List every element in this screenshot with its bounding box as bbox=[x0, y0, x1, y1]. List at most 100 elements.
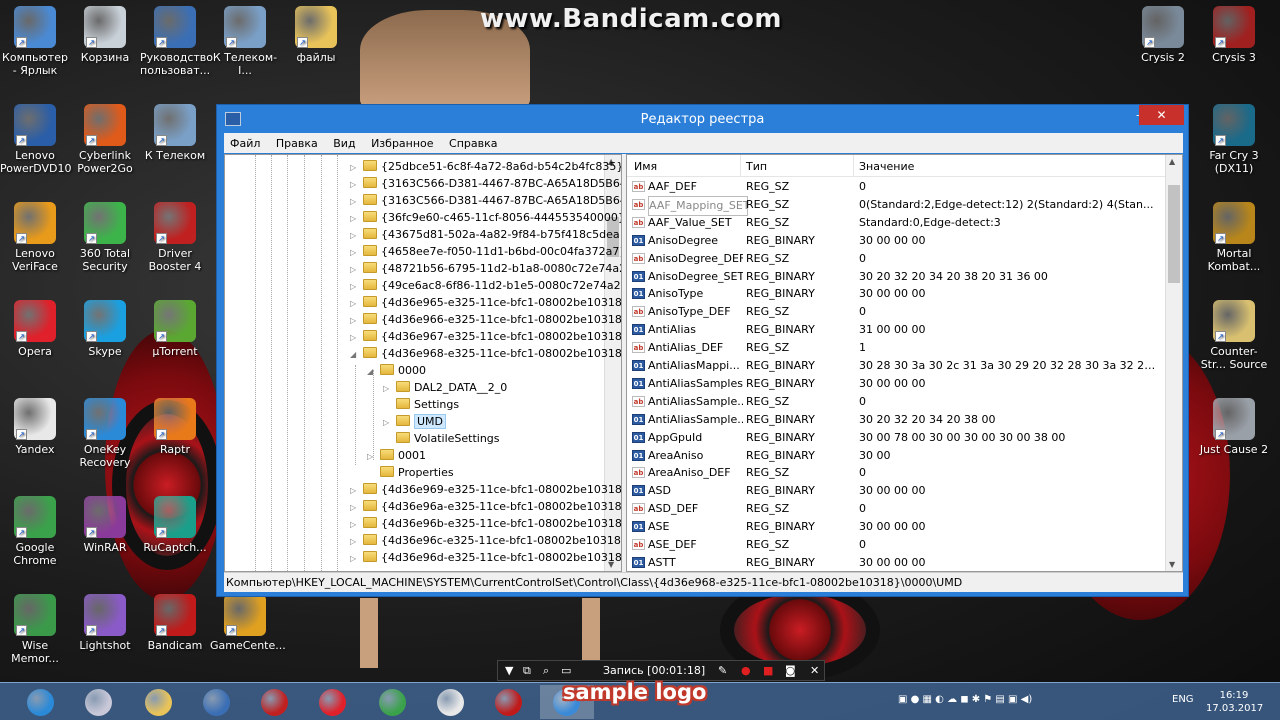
desktop-icon-item[interactable]: ↗ µTorrent bbox=[140, 300, 210, 358]
expand-toggle-icon[interactable]: ▷ bbox=[383, 414, 393, 431]
tree-node[interactable]: ▷ {36fc9e60-c465-11cf-8056-444553540000} bbox=[350, 209, 621, 227]
desktop-icon-item[interactable]: ↗ Driver Booster 4 bbox=[140, 202, 210, 273]
region-icon[interactable]: ▭ bbox=[561, 664, 571, 677]
desktop-icon-item[interactable]: ↗ Raptr bbox=[140, 398, 210, 456]
registry-value-row[interactable]: ab ASE_DEF REG_SZ 0 bbox=[627, 536, 1167, 554]
column-data-header[interactable]: Значение bbox=[859, 160, 914, 173]
expand-toggle-icon[interactable]: ▷ bbox=[350, 278, 360, 295]
desktop-icon-item[interactable]: ↗ К Телеком bbox=[140, 104, 210, 162]
expand-toggle-icon[interactable]: ▷ bbox=[367, 448, 377, 465]
desktop-icon-item[interactable]: ↗ Lenovo VeriFace bbox=[0, 202, 70, 273]
desktop-icon-item[interactable]: ↗ Корзина bbox=[70, 6, 140, 64]
pencil-icon[interactable]: ✎ bbox=[718, 664, 727, 677]
desktop-icon-item[interactable]: ↗ Lightshot bbox=[70, 594, 140, 652]
registry-value-row[interactable]: 01 AntiAlias REG_BINARY 31 00 00 00 bbox=[627, 321, 1167, 339]
tree-node[interactable]: ◢ 0000 bbox=[367, 362, 426, 379]
tree-node[interactable]: ▷ {4d36e96c-e325-11ce-bfc1-08002be10318} bbox=[350, 532, 621, 550]
desktop-icon-item[interactable]: ↗ Bandicam bbox=[140, 594, 210, 652]
tray-icons[interactable]: ▣ ● ▦ ◐ ☁ ◼ ✱ ⚑ ▤ ▣ ◀) bbox=[898, 694, 1032, 705]
desktop-icon-item[interactable]: ↗ RuCaptch... bbox=[140, 496, 210, 554]
desktop-icon-item[interactable]: ↗ Cyberlink Power2Go bbox=[70, 104, 140, 175]
scroll-up-arrow-icon[interactable]: ▲ bbox=[1169, 157, 1175, 166]
taskbar-app-button[interactable] bbox=[248, 685, 302, 719]
expand-toggle-icon[interactable]: ▷ bbox=[350, 516, 360, 533]
tree-node[interactable]: ▷ {4d36e96d-e325-11ce-bfc1-08002be10318} bbox=[350, 549, 621, 567]
desktop-icon-item[interactable]: ↗ GameCente... bbox=[210, 594, 286, 652]
registry-value-row[interactable]: ab AnisoDegree_DEF REG_SZ 0 bbox=[627, 250, 1167, 268]
column-name-header[interactable]: Имя bbox=[634, 160, 657, 173]
column-divider[interactable] bbox=[740, 155, 741, 177]
registry-value-row[interactable]: ab AntiAlias_DEF REG_SZ 1 bbox=[627, 339, 1167, 357]
tree-node[interactable]: Settings bbox=[383, 396, 459, 413]
expand-toggle-icon[interactable]: ▷ bbox=[350, 159, 360, 176]
window-titlebar[interactable]: Редактор реестра — ✕ bbox=[217, 105, 1188, 133]
tree-node[interactable]: VolatileSettings bbox=[383, 430, 500, 447]
desktop-icon-item[interactable]: ↗ Google Chrome bbox=[0, 496, 70, 567]
registry-tree-pane[interactable]: ▲ ▼ ▷ {25dbce51-6c8f-4a72-8a6d-b54c2b4fc8… bbox=[224, 154, 622, 572]
tree-node[interactable]: ▷ {25dbce51-6c8f-4a72-8a6d-b54c2b4fc835} bbox=[350, 158, 621, 176]
registry-value-row[interactable]: 01 ASE REG_BINARY 30 00 00 00 bbox=[627, 518, 1167, 536]
expand-toggle-icon[interactable]: ▷ bbox=[350, 533, 360, 550]
desktop-icon-item[interactable]: ↗ Crysis 3 bbox=[1199, 6, 1269, 64]
registry-value-row[interactable]: 01 AnisoDegree_SET REG_BINARY 30 20 32 20 3… bbox=[627, 268, 1167, 286]
desktop-icon-item[interactable]: ↗ OneKey Recovery bbox=[70, 398, 140, 469]
expand-toggle-icon[interactable]: ◢ bbox=[350, 346, 360, 363]
tree-node[interactable]: ▷ {4d36e96a-e325-11ce-bfc1-08002be10318} bbox=[350, 498, 621, 515]
expand-toggle-icon[interactable]: ▷ bbox=[350, 295, 360, 312]
tree-node[interactable]: ▷ {49ce6ac8-6f86-11d2-b1e5-0080c72e74a2} bbox=[350, 277, 621, 295]
registry-value-row[interactable]: ab AAF_DEF REG_SZ 0 bbox=[627, 178, 1167, 196]
desktop-icon-item[interactable]: ↗ Opera bbox=[0, 300, 70, 358]
desktop-icon-item[interactable]: ↗ К Телеком-I... bbox=[210, 6, 280, 77]
expand-toggle-icon[interactable]: ▷ bbox=[350, 210, 360, 227]
close-button[interactable]: ✕ bbox=[1139, 105, 1184, 125]
tree-node[interactable]: ▷ {4d36e969-e325-11ce-bfc1-08002be10318} bbox=[350, 481, 621, 499]
tree-node[interactable]: ▷ {4d36e965-e325-11ce-bfc1-08002be10318} bbox=[350, 294, 621, 312]
tree-node[interactable]: ▷ 0001 bbox=[367, 447, 426, 464]
expand-toggle-icon[interactable]: ▷ bbox=[350, 329, 360, 346]
tree-node[interactable]: ▷ {3163C566-D381-4467-87BC-A65A18D5B649} bbox=[350, 192, 621, 209]
scroll-down-arrow-icon[interactable]: ▼ bbox=[1169, 560, 1175, 569]
column-divider[interactable] bbox=[853, 155, 854, 177]
desktop-icon-item[interactable]: ↗ Wise Memor... bbox=[0, 594, 70, 665]
desktop-icon-item[interactable]: ↗ Компьютер - Ярлык bbox=[0, 6, 70, 77]
clock[interactable]: 16:19 17.03.2017 bbox=[1206, 689, 1263, 715]
tree-node[interactable]: ◢ {4d36e968-e325-11ce-bfc1-08002be10318} bbox=[350, 345, 621, 363]
taskbar-app-button[interactable] bbox=[14, 685, 68, 719]
menu-favorites[interactable]: Избранное bbox=[365, 133, 439, 150]
tree-node[interactable]: Properties bbox=[367, 464, 454, 481]
language-indicator[interactable]: ENG bbox=[1172, 694, 1194, 705]
expand-toggle-icon[interactable]: ▷ bbox=[350, 176, 360, 193]
tree-node[interactable]: ▷ {4d36e96b-e325-11ce-bfc1-08002be10318} bbox=[350, 515, 621, 533]
desktop-icon-item[interactable]: ↗ Just Cause 2 bbox=[1199, 398, 1269, 456]
taskbar-app-button[interactable] bbox=[424, 685, 478, 719]
desktop-icon-item[interactable]: ↗ 360 Total Security bbox=[70, 202, 140, 273]
tree-node[interactable]: ▷ UMD bbox=[383, 413, 447, 431]
desktop-icon-item[interactable]: ↗ WinRAR bbox=[70, 496, 140, 554]
registry-value-row[interactable]: 01 AreaAniso REG_BINARY 30 00 bbox=[627, 447, 1167, 465]
registry-value-row[interactable]: ab AreaAniso_DEF REG_SZ 0 bbox=[627, 464, 1167, 482]
registry-value-row[interactable]: 01 ASTT REG_BINARY 30 00 00 00 bbox=[627, 554, 1167, 571]
tree-node[interactable]: ▷ {4658ee7e-f050-11d1-b6bd-00c04fa372a7} bbox=[350, 243, 621, 261]
registry-values-pane[interactable]: Имя Тип Значение ▲ ▼ ab AAF_DEF REG_SZ 0 ab A… bbox=[626, 154, 1183, 572]
expand-toggle-icon[interactable]: ▷ bbox=[350, 482, 360, 499]
column-type-header[interactable]: Тип bbox=[746, 160, 767, 173]
desktop-icon-item[interactable]: ↗ Yandex bbox=[0, 398, 70, 456]
desktop-icon-item[interactable]: ↗ Far Cry 3 (DX11) bbox=[1199, 104, 1269, 175]
registry-value-row[interactable]: ab AAF_Value_SET REG_SZ Standard:0,Edge-det… bbox=[627, 214, 1167, 232]
stop-icon[interactable]: ■ bbox=[763, 664, 773, 677]
registry-value-row[interactable]: ab AntiAliasSample... REG_SZ 0 bbox=[627, 393, 1167, 411]
registry-value-row[interactable]: ab AnisoType_DEF REG_SZ 0 bbox=[627, 303, 1167, 321]
camera-icon[interactable]: ◙ bbox=[785, 664, 796, 677]
expand-toggle-icon[interactable]: ▷ bbox=[350, 261, 360, 278]
desktop-icon-item[interactable]: ↗ файлы bbox=[281, 6, 351, 64]
tree-node[interactable]: ▷ {48721b56-6795-11d2-b1a8-0080c72e74a2} bbox=[350, 260, 621, 278]
expand-toggle-icon[interactable]: ▷ bbox=[350, 550, 360, 567]
tree-node[interactable]: ▷ DAL2_DATA__2_0 bbox=[383, 379, 507, 396]
desktop-icon-item[interactable]: ↗ Crysis 2 bbox=[1128, 6, 1198, 64]
registry-editor-window[interactable]: Редактор реестра — ✕ Файл Правка Вид Изб… bbox=[216, 104, 1189, 597]
desktop-icon-item[interactable]: ↗ Руководство пользоват... bbox=[140, 6, 213, 77]
registry-value-row[interactable]: ab ASD_DEF REG_SZ 0 bbox=[627, 500, 1167, 518]
tree-node[interactable]: ▷ {3163C566-D381-4467-87BC-A65A18D5B648} bbox=[350, 175, 621, 193]
expand-toggle-icon[interactable]: ▷ bbox=[350, 244, 360, 261]
close-recorder-icon[interactable]: ✕ bbox=[810, 664, 819, 677]
